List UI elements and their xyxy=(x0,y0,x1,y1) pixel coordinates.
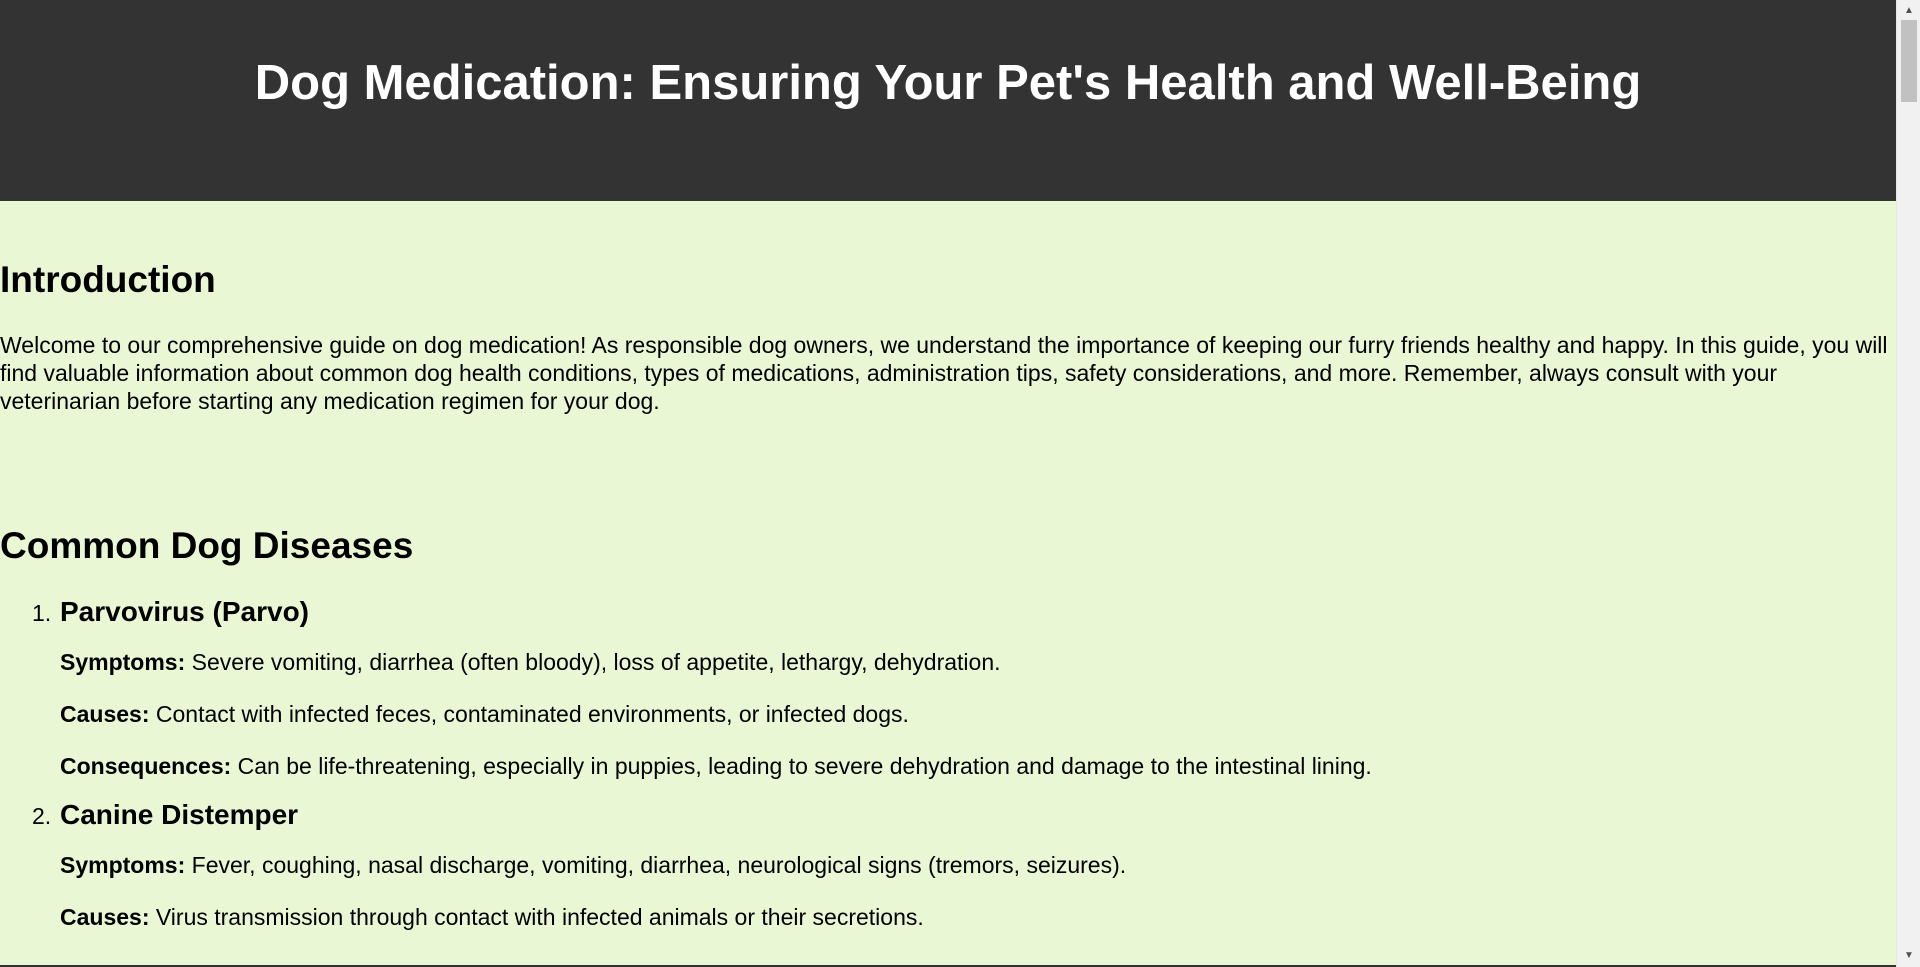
introduction-heading: Introduction xyxy=(0,259,216,300)
disease-symptoms: Symptoms: Fever, coughing, nasal dischar… xyxy=(60,851,1880,879)
disease-consequences: Consequences: Can be life-threatening, e… xyxy=(60,752,1880,780)
disease-causes: Causes: Contact with infected feces, con… xyxy=(60,700,1880,728)
causes-text: Virus transmission through contact with … xyxy=(155,904,924,930)
disease-title: Parvovirus (Parvo) xyxy=(60,596,309,627)
list-number: 1. xyxy=(32,600,52,626)
causes-label: Causes: xyxy=(60,701,150,727)
symptoms-text: Fever, coughing, nasal discharge, vomiti… xyxy=(191,852,1127,878)
causes-text: Contact with infected feces, contaminate… xyxy=(155,701,909,727)
diseases-list: 1. Parvovirus (Parvo) Symptoms: Severe v… xyxy=(0,590,1880,931)
diseases-heading: Common Dog Diseases xyxy=(0,525,414,566)
scrollbar-thumb[interactable] xyxy=(1901,20,1917,102)
symptoms-label: Symptoms: xyxy=(60,852,186,878)
symptoms-label: Symptoms: xyxy=(60,649,186,675)
causes-label: Causes: xyxy=(60,904,150,930)
disease-title: Canine Distemper xyxy=(60,799,299,830)
page-header: Dog Medication: Ensuring Your Pet's Heal… xyxy=(0,0,1896,201)
list-number: 2. xyxy=(32,803,52,829)
disease-symptoms: Symptoms: Severe vomiting, diarrhea (oft… xyxy=(60,648,1880,676)
symptoms-text: Severe vomiting, diarrhea (often bloody)… xyxy=(191,649,1001,675)
vertical-scrollbar[interactable]: ▲ ▼ xyxy=(1896,0,1920,967)
disease-item-parvovirus: 1. Parvovirus (Parvo) Symptoms: Severe v… xyxy=(0,590,1880,780)
page: Dog Medication: Ensuring Your Pet's Heal… xyxy=(0,0,1896,967)
disease-item-distemper: 2. Canine Distemper Symptoms: Fever, cou… xyxy=(0,793,1880,931)
scroll-down-arrow-icon[interactable]: ▼ xyxy=(1897,947,1920,965)
page-title: Dog Medication: Ensuring Your Pet's Heal… xyxy=(254,56,1642,110)
consequences-label: Consequences: xyxy=(60,753,232,779)
scroll-up-arrow-icon[interactable]: ▲ xyxy=(1897,2,1920,20)
consequences-text: Can be life-threatening, especially in p… xyxy=(237,753,1372,779)
introduction-text: Welcome to our comprehensive guide on do… xyxy=(0,332,1888,414)
disease-causes: Causes: Virus transmission through conta… xyxy=(60,903,1880,931)
